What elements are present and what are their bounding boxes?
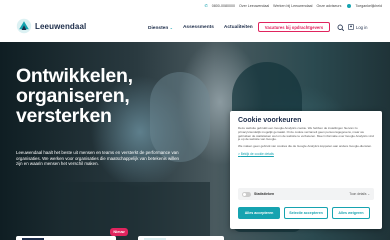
utility-link-about[interactable]: Over Leeuwendaal (239, 4, 269, 8)
cookie-buttons: Alles accepteren Selectie accepteren All… (238, 207, 370, 219)
chevron-down-icon: ⌄ (169, 25, 173, 30)
hero-photo-table (60, 182, 210, 240)
utility-link-jobs[interactable]: Werken bij Leeuwendaal (273, 4, 312, 8)
logo-icon (16, 18, 32, 34)
phone-number[interactable]: 0800-0080000 (212, 4, 235, 8)
hero-title: Ontwikkelen, organiseren, versterken (16, 66, 133, 126)
content-card[interactable] (138, 236, 224, 240)
login-button[interactable]: Log in (348, 24, 367, 30)
utility-link-advisors[interactable]: Onze adviseurs (316, 4, 341, 8)
nav-item-actualiteiten[interactable]: Actualiteiten (224, 25, 253, 31)
show-details-link[interactable]: Toon details ⌄ (349, 192, 370, 196)
new-badge: Nieuw (110, 228, 128, 236)
utility-bar: ✆ 0800-0080000 Over Leeuwendaal Werken b… (204, 3, 382, 8)
statistics-row[interactable]: Statistieken Toon details ⌄ (238, 188, 374, 200)
hero-title-line: Ontwikkelen, (16, 65, 133, 87)
content-card[interactable] (16, 236, 116, 240)
search-icon[interactable] (337, 24, 345, 32)
cookie-dialog: Cookie voorkeuren Deze website gebruikt … (230, 111, 382, 229)
statistics-label: Statistieken (254, 192, 275, 196)
accept-selection-button[interactable]: Selectie accepteren (284, 207, 328, 219)
hero-photo-figure (150, 72, 210, 162)
accessibility-icon (347, 3, 352, 8)
phone-icon: ✆ (204, 3, 208, 8)
accept-all-button[interactable]: Alles accepteren (238, 207, 280, 219)
login-label: Log in (356, 24, 368, 30)
cookie-link-label: Bekijk de cookie details (240, 151, 274, 156)
statistics-toggle[interactable] (242, 191, 251, 197)
reject-all-button[interactable]: Alles weigeren (332, 207, 370, 219)
hero-title-line: versterken (16, 105, 112, 127)
nav-label: Diensten (148, 26, 169, 31)
cookie-text: We maken geen gebruik van cookies die de… (238, 144, 373, 149)
cookie-details-link[interactable]: > Bekijk de cookie details (238, 152, 374, 156)
logo[interactable]: Leeuwendaal (16, 18, 86, 34)
cookie-text: Deze website gebruikt een Google Analyti… (238, 126, 374, 142)
logo-text: Leeuwendaal (35, 21, 87, 31)
utility-link-accessibility[interactable]: Toegankelijkheid (355, 4, 382, 8)
hero-title-line: organiseren, (16, 85, 130, 107)
main-nav: Diensten ⌄ Assessments Actualiteiten (148, 25, 253, 31)
hero-intro: Leeuwendaal haalt het beste uit mensen e… (16, 150, 179, 167)
nav-item-assessments[interactable]: Assessments (183, 25, 214, 31)
user-icon (348, 24, 354, 30)
vacancies-button[interactable]: Vacatures bij opdrachtgevers (258, 22, 330, 32)
site-header: Leeuwendaal Diensten ⌄ Assessments Actua… (0, 12, 390, 42)
nav-item-diensten[interactable]: Diensten ⌄ (148, 25, 173, 31)
cookie-title: Cookie voorkeuren (238, 117, 302, 124)
show-details-label: Toon details (349, 192, 367, 196)
